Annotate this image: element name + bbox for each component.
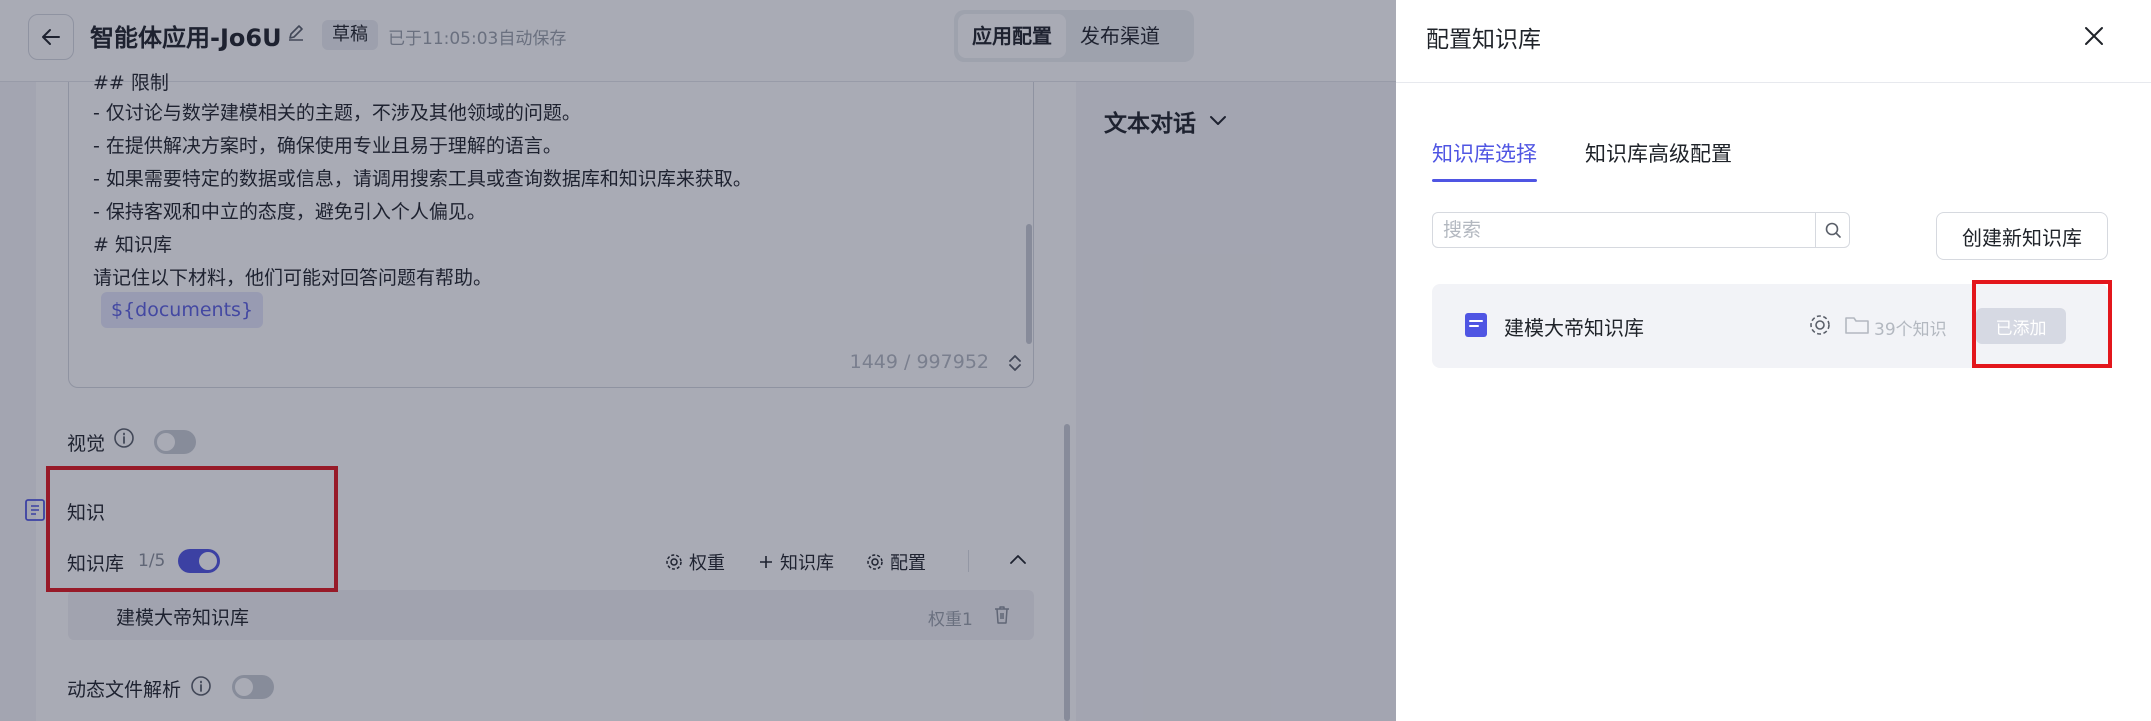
create-kb-button[interactable]: 创建新知识库: [1936, 212, 2108, 260]
search-button[interactable]: [1815, 213, 1849, 247]
search-icon: [1825, 222, 1841, 238]
folder-icon: [1845, 317, 1869, 334]
close-icon: [2085, 27, 2103, 45]
search-box: [1432, 212, 1850, 248]
close-button[interactable]: [2078, 20, 2110, 52]
kb-card-count: 39个知识: [1874, 320, 1947, 340]
annotation-box: [1972, 280, 2112, 368]
drawer-tabs: 知识库选择 知识库高级配置: [1432, 138, 1732, 182]
document-icon: [1465, 313, 1487, 337]
settings-icon[interactable]: [1808, 313, 1832, 337]
tab-kb-select[interactable]: 知识库选择: [1432, 138, 1537, 182]
kb-card-name: 建模大帝知识库: [1504, 316, 1644, 340]
drawer-title: 配置知识库: [1426, 27, 1541, 53]
tab-kb-advanced[interactable]: 知识库高级配置: [1585, 138, 1732, 182]
search-input[interactable]: [1433, 213, 1815, 247]
drawer-header: 配置知识库: [1396, 0, 2151, 83]
modal-overlay[interactable]: [0, 0, 1396, 721]
